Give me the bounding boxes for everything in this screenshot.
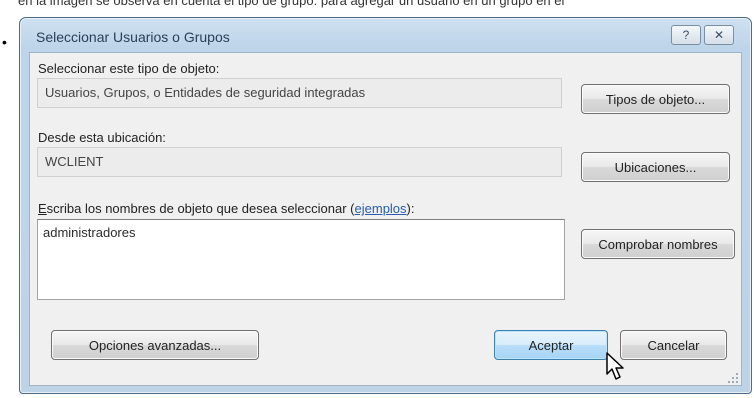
ok-button[interactable]: Aceptar bbox=[494, 330, 608, 360]
page-header-fragment: en la imagen se observa en cuenta el tip… bbox=[0, 0, 754, 16]
object-names-value: administradores bbox=[43, 225, 136, 240]
object-type-label: Seleccionar este tipo de objeto: bbox=[38, 61, 220, 76]
dialog-body: Seleccionar este tipo de objeto: Usuario… bbox=[29, 52, 742, 386]
locations-button[interactable]: Ubicaciones... bbox=[581, 152, 730, 182]
object-names-input[interactable]: administradores bbox=[37, 219, 565, 300]
names-label-mnemonic: E bbox=[38, 201, 47, 216]
examples-link[interactable]: ejemplos bbox=[355, 201, 407, 216]
bullet-icon: • bbox=[2, 34, 7, 50]
close-button[interactable]: ✕ bbox=[704, 25, 734, 45]
mouse-pointer-icon bbox=[606, 352, 624, 380]
select-users-dialog: Seleccionar Usuarios o Grupos ? ✕ Selecc… bbox=[19, 17, 752, 394]
names-label-end: ): bbox=[406, 201, 415, 216]
help-button[interactable]: ? bbox=[671, 25, 701, 45]
cancel-button[interactable]: Cancelar bbox=[620, 330, 727, 360]
names-label: Escriba los nombres de objeto que desea … bbox=[38, 201, 415, 216]
names-label-text: scriba los nombres de objeto que desea s… bbox=[46, 201, 355, 216]
object-types-button[interactable]: Tipos de objeto... bbox=[581, 84, 730, 114]
dialog-title: Seleccionar Usuarios o Grupos bbox=[36, 29, 230, 45]
location-field: WCLIENT bbox=[37, 147, 562, 177]
page-header-text: en la imagen se observa en cuenta el tip… bbox=[18, 0, 565, 8]
resize-grip-icon[interactable] bbox=[727, 372, 739, 384]
check-names-button[interactable]: Comprobar nombres bbox=[581, 229, 735, 259]
close-icon: ✕ bbox=[713, 28, 725, 42]
object-type-field: Usuarios, Grupos, o Entidades de segurid… bbox=[37, 78, 562, 108]
advanced-options-button[interactable]: Opciones avanzadas... bbox=[51, 330, 259, 360]
location-label: Desde esta ubicación: bbox=[38, 130, 166, 145]
